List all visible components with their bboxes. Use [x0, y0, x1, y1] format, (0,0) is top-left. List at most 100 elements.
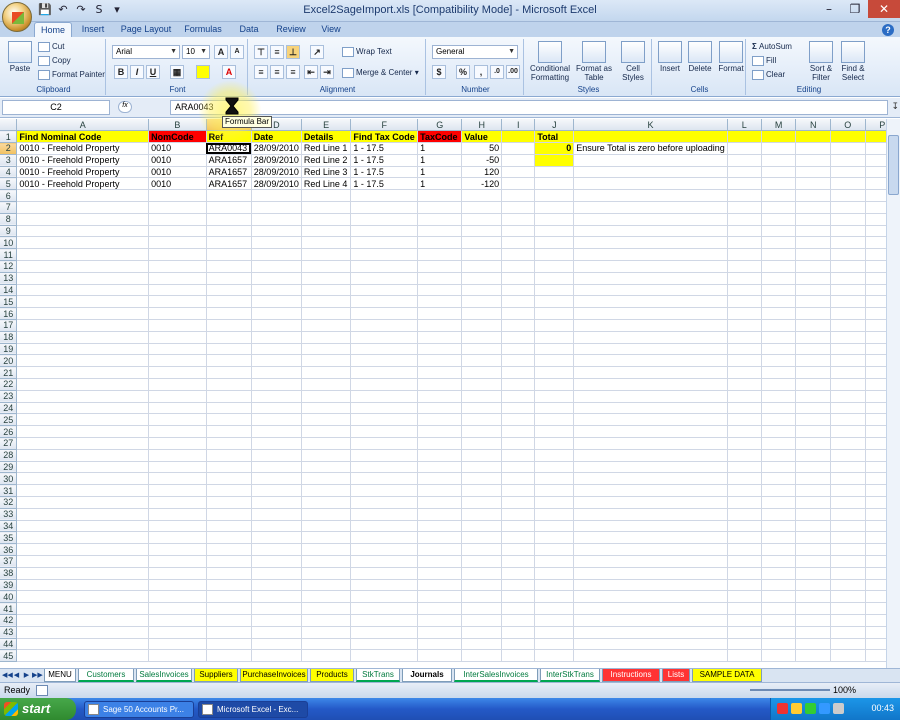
cell-d39[interactable]: [251, 579, 302, 592]
cell-f38[interactable]: [350, 567, 419, 580]
cell-l8[interactable]: [727, 213, 762, 226]
cell-f37[interactable]: [350, 555, 419, 568]
cell-c30[interactable]: [206, 472, 252, 486]
increase-indent-icon[interactable]: ⇥: [320, 65, 334, 79]
fill-button[interactable]: Fill: [752, 56, 776, 66]
align-middle-icon[interactable]: ≡: [270, 45, 284, 59]
cell-k10[interactable]: [573, 236, 728, 250]
fx-icon[interactable]: fx: [118, 101, 132, 113]
row-header[interactable]: 7: [0, 201, 18, 214]
cell-k17[interactable]: [573, 319, 728, 332]
cell-m35[interactable]: [761, 531, 797, 545]
cell-o20[interactable]: [830, 354, 866, 368]
increase-decimal-icon[interactable]: .0: [490, 65, 504, 79]
cell-d16[interactable]: [251, 307, 302, 321]
cell-d8[interactable]: [251, 213, 302, 226]
cell-e22[interactable]: [301, 378, 352, 391]
expand-formula-icon[interactable]: ↧: [891, 101, 899, 112]
cell-a22[interactable]: [16, 378, 150, 391]
cell-n35[interactable]: [795, 531, 831, 545]
cell-j33[interactable]: [534, 508, 575, 521]
cell-k35[interactable]: [573, 531, 728, 545]
cell-k11[interactable]: [573, 248, 728, 262]
cell-g19[interactable]: [417, 343, 463, 356]
cell-k34[interactable]: [573, 520, 728, 533]
cell-c45[interactable]: [206, 649, 252, 663]
cell-k13[interactable]: [573, 272, 728, 285]
cell-c42[interactable]: [206, 614, 252, 627]
column-header-n[interactable]: N: [795, 119, 831, 132]
cell-d29[interactable]: [251, 461, 302, 474]
cell-f9[interactable]: [350, 225, 419, 238]
cell-m10[interactable]: [761, 236, 797, 250]
sheet-tab-menu[interactable]: MENU: [44, 669, 76, 682]
cell-b7[interactable]: [148, 201, 207, 214]
cell-f6[interactable]: [350, 189, 419, 203]
cell-m4[interactable]: [761, 166, 797, 179]
tray-icon[interactable]: [819, 703, 830, 714]
tab-data[interactable]: Data: [234, 22, 264, 37]
cell-o45[interactable]: [830, 649, 866, 663]
cell-d6[interactable]: [251, 189, 302, 203]
cell-f2[interactable]: 1 - 17.5: [350, 142, 419, 155]
decrease-decimal-icon[interactable]: .00: [506, 65, 520, 79]
cell-styles-button[interactable]: Cell Styles: [616, 41, 650, 82]
cell-j8[interactable]: [534, 213, 575, 226]
cell-j22[interactable]: [534, 378, 575, 391]
currency-icon[interactable]: $: [432, 65, 446, 79]
cell-g38[interactable]: [417, 567, 463, 580]
tray-icon[interactable]: [791, 703, 802, 714]
cell-j40[interactable]: [534, 590, 575, 604]
cell-a37[interactable]: [16, 555, 150, 568]
cell-e23[interactable]: [301, 390, 352, 403]
cell-b36[interactable]: [148, 543, 207, 556]
row-header[interactable]: 2: [0, 142, 18, 155]
cell-n43[interactable]: [795, 626, 831, 639]
cell-k20[interactable]: [573, 354, 728, 368]
cell-d45[interactable]: [251, 649, 302, 663]
format-as-table-button[interactable]: Format as Table: [574, 41, 614, 82]
cell-k40[interactable]: [573, 590, 728, 604]
cell-h17[interactable]: [461, 319, 503, 332]
cell-i3[interactable]: [501, 154, 536, 167]
cell-e2[interactable]: Red Line 1: [301, 142, 352, 155]
cell-m44[interactable]: [761, 638, 797, 651]
cell-a42[interactable]: [16, 614, 150, 627]
wrap-text-button[interactable]: Wrap Text: [342, 47, 392, 57]
worksheet-grid[interactable]: ABCDEFGHIJKLMNOP1Find Nominal CodeNomCod…: [0, 119, 900, 668]
cell-l6[interactable]: [727, 189, 762, 203]
cell-h12[interactable]: [461, 260, 503, 273]
cell-j36[interactable]: [534, 543, 575, 556]
orientation-icon[interactable]: ↗: [310, 45, 324, 59]
cell-a36[interactable]: [16, 543, 150, 556]
cell-h28[interactable]: [461, 449, 503, 462]
cell-b2[interactable]: 0010: [148, 142, 207, 155]
cell-j18[interactable]: [534, 331, 575, 344]
cell-i12[interactable]: [501, 260, 536, 273]
cell-m22[interactable]: [761, 378, 797, 391]
column-header-i[interactable]: I: [501, 119, 536, 132]
cell-d19[interactable]: [251, 343, 302, 356]
cell-c12[interactable]: [206, 260, 252, 273]
cell-c33[interactable]: [206, 508, 252, 521]
cell-n13[interactable]: [795, 272, 831, 285]
cell-b39[interactable]: [148, 579, 207, 592]
cell-d18[interactable]: [251, 331, 302, 344]
cell-j13[interactable]: [534, 272, 575, 285]
formula-input[interactable]: ARA0043: [170, 100, 888, 115]
cell-g25[interactable]: [417, 413, 463, 427]
cell-l37[interactable]: [727, 555, 762, 568]
cell-a30[interactable]: [16, 472, 150, 486]
cell-e45[interactable]: [301, 649, 352, 663]
cell-d25[interactable]: [251, 413, 302, 427]
cell-n45[interactable]: [795, 649, 831, 663]
row-header[interactable]: 42: [0, 614, 18, 627]
cell-h9[interactable]: [461, 225, 503, 238]
sheet-tab-salesinvoices[interactable]: SalesInvoices: [136, 669, 192, 682]
cell-h36[interactable]: [461, 543, 503, 556]
cell-b16[interactable]: [148, 307, 207, 321]
cell-g4[interactable]: 1: [417, 166, 463, 179]
cell-o21[interactable]: [830, 366, 866, 380]
cell-f10[interactable]: [350, 236, 419, 250]
cell-k27[interactable]: [573, 437, 728, 450]
